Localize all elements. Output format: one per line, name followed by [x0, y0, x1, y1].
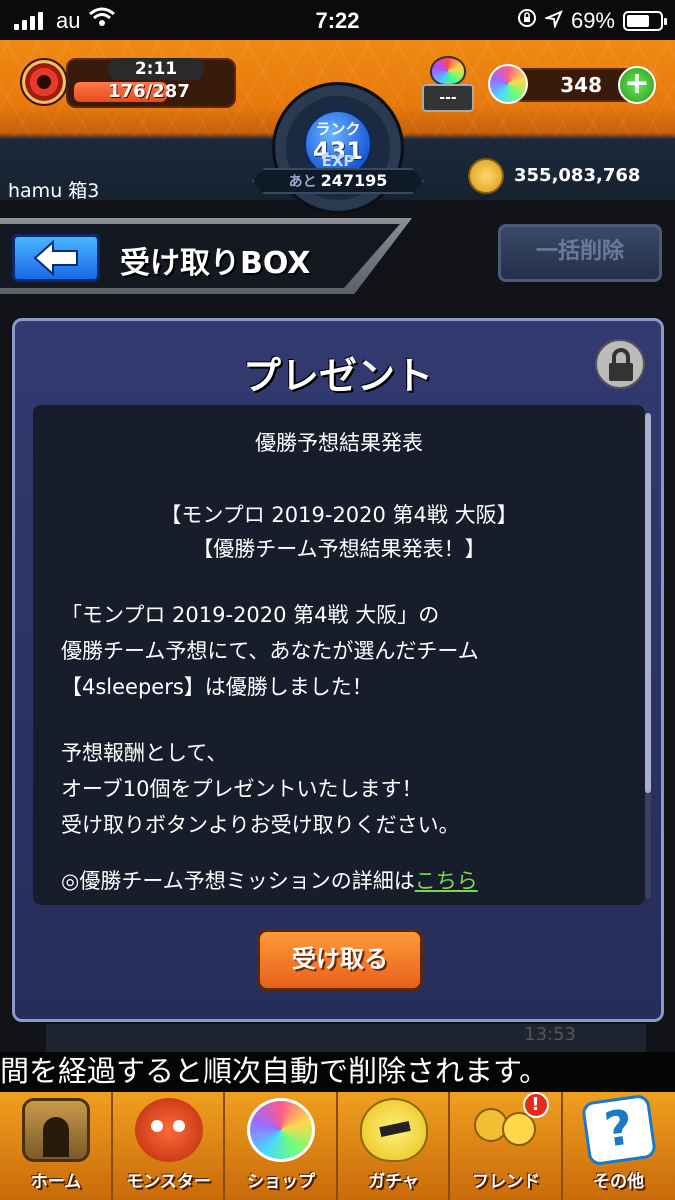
- message-reward3: 受け取りボタンよりお受け取りください。: [61, 813, 460, 837]
- dialog-title: プレゼント: [242, 354, 433, 398]
- nav-monster[interactable]: モンスター: [113, 1092, 225, 1200]
- nav-friend[interactable]: ! フレンド: [450, 1092, 563, 1200]
- delete-all-button[interactable]: 一括削除: [498, 224, 662, 282]
- orientation-lock-icon: [517, 8, 537, 34]
- nav-label: ホーム: [30, 1172, 82, 1192]
- page-title: 受け取りBOX: [120, 246, 311, 281]
- orb-icon: [488, 64, 528, 104]
- stamina-count: 176/287: [108, 81, 190, 102]
- stamina-icon[interactable]: [20, 58, 68, 106]
- back-arrow-icon: [33, 239, 78, 277]
- monster-icon: [134, 1098, 203, 1162]
- buy-orb-button[interactable]: +: [618, 66, 656, 104]
- gem-stand-icon[interactable]: ---: [422, 56, 474, 114]
- present-dialog: プレゼント 優勝予想結果発表 【モンプロ 2019-2020 第4戦 大阪】 【…: [12, 318, 664, 1022]
- bottom-nav: ホーム モンスター ショップ ガチャ ! フレンド ? その他: [0, 1092, 675, 1200]
- list-item: 13:53: [46, 1020, 646, 1054]
- nav-label: モンスター: [126, 1172, 211, 1192]
- scrollbar-thumb[interactable]: [645, 413, 651, 793]
- message-body2: 優勝チーム予想にて、あなたが選んだチーム: [61, 639, 479, 663]
- exp-label: EXP: [321, 152, 355, 170]
- battery-icon: [623, 11, 667, 31]
- status-bar: au 7:22 69%: [0, 0, 675, 40]
- message-reward2: オーブ10個をプレゼントいたします！: [61, 777, 423, 801]
- receive-button[interactable]: 受け取る: [257, 929, 423, 991]
- stamina-timer: 2:11: [108, 58, 204, 80]
- gold-amount: 355,083,768: [514, 165, 641, 186]
- stamina-gauge[interactable]: 2:11 176/287: [66, 58, 236, 108]
- nav-shop[interactable]: ショップ: [225, 1092, 338, 1200]
- details-link[interactable]: こちら: [415, 869, 478, 893]
- gem-stand-text: ---: [422, 84, 474, 112]
- nav-home[interactable]: ホーム: [0, 1092, 113, 1200]
- lock-icon[interactable]: [595, 339, 645, 389]
- message-event-line2: 【優勝チーム予想結果発表！】: [192, 537, 486, 561]
- message-body1: 「モンプロ 2019-2020 第4戦 大阪」の: [61, 603, 440, 627]
- friend-alert-badge: !: [522, 1092, 549, 1118]
- nav-label: ショップ: [247, 1172, 315, 1192]
- nav-label: ガチャ: [368, 1172, 419, 1192]
- question-mark-icon: ?: [580, 1093, 657, 1167]
- message-panel: 優勝予想結果発表 【モンプロ 2019-2020 第4戦 大阪】 【優勝チーム予…: [33, 405, 645, 905]
- battery-percent: 69%: [570, 8, 615, 33]
- message-reward1: 予想報酬として、: [61, 741, 228, 765]
- exp-prefix: あと: [288, 174, 317, 190]
- orb-shop-icon: [247, 1098, 315, 1162]
- username: hamu 箱3: [8, 180, 100, 202]
- nav-other[interactable]: ? その他: [563, 1092, 675, 1200]
- nav-gacha[interactable]: ガチャ: [338, 1092, 450, 1200]
- location-icon: [543, 8, 563, 34]
- rank-label: ランク: [315, 120, 361, 138]
- message-scrollbar[interactable]: [645, 413, 651, 899]
- list-item-time: 13:53: [524, 1024, 576, 1045]
- message-event-line1: 【モンプロ 2019-2020 第4戦 大阪】: [160, 503, 518, 527]
- message-heading: 優勝予想結果発表: [255, 431, 423, 455]
- exp-remaining: 247195: [320, 171, 388, 190]
- message-detail-prefix: ◎優勝チーム予想ミッションの詳細は: [61, 869, 415, 893]
- home-gate-icon: [22, 1098, 90, 1162]
- gacha-egg-icon: [359, 1098, 428, 1162]
- auto-delete-notice: 間を経過すると順次自動で削除されます。: [0, 1052, 675, 1092]
- message-body3: 【4sleepers】は優勝しました！: [61, 675, 373, 699]
- exp-remaining-box: あと 247195: [252, 168, 424, 194]
- nav-label: フレンド: [472, 1172, 540, 1192]
- rank-display[interactable]: ランク 431: [272, 82, 404, 214]
- back-button[interactable]: [12, 234, 100, 282]
- game-header: 2:11 176/287 ランク 431 EXP あと 247195 --- 34…: [0, 40, 675, 214]
- nav-label: その他: [593, 1172, 644, 1192]
- gold-coin-icon: [468, 158, 504, 194]
- message-detail: ◎優勝チーム予想ミッションの詳細はこちら: [61, 865, 641, 895]
